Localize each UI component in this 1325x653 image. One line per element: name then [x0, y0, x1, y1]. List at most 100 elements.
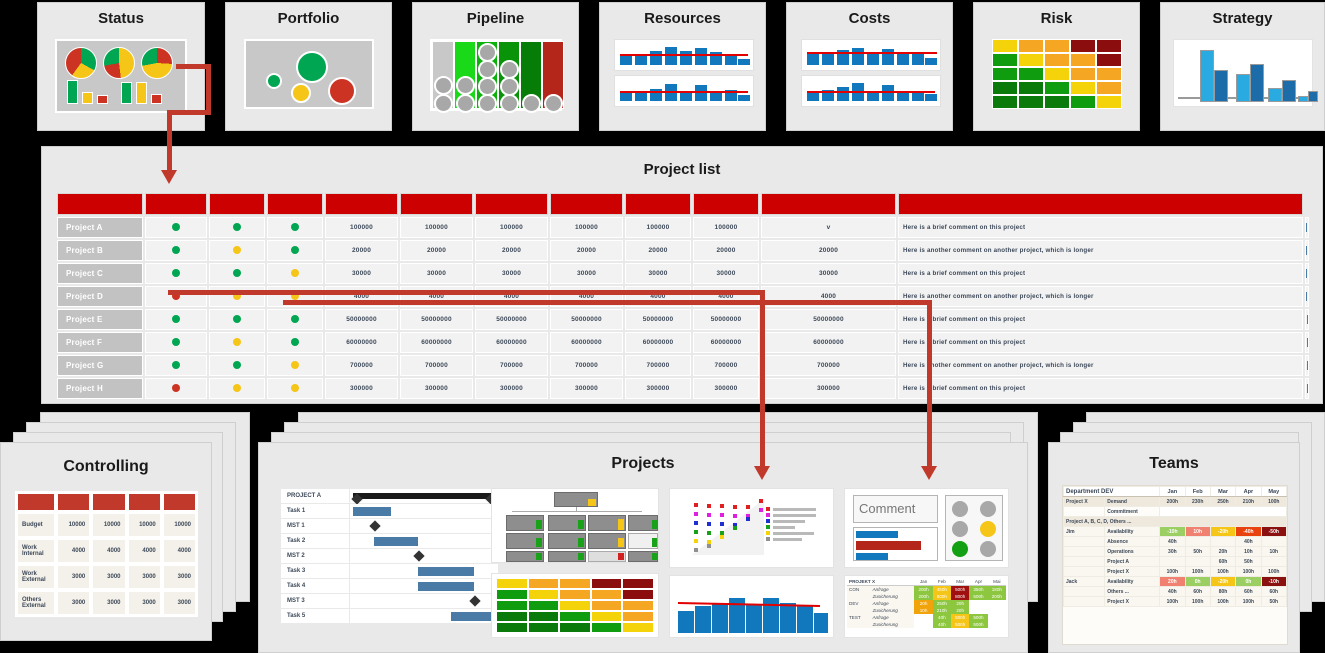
- controlling-value-cell[interactable]: 3000: [92, 591, 125, 615]
- teams-member-row[interactable]: Project A 60h 50h: [1064, 557, 1287, 567]
- table-row[interactable]: Project H 300000 300000 300000 300000 300000 3…: [57, 378, 1309, 399]
- col-header-status-3[interactable]: [267, 193, 323, 215]
- schedule-cell[interactable]: [1305, 332, 1309, 353]
- teams-demand-value[interactable]: 100h: [1261, 497, 1286, 507]
- value-cell-5[interactable]: 700000: [625, 355, 691, 376]
- value-cell-1[interactable]: 30000: [325, 263, 398, 284]
- teams-metric-value[interactable]: -50h: [1261, 527, 1286, 537]
- value-cell-7[interactable]: 300000: [761, 378, 896, 399]
- value-cell-5[interactable]: 300000: [625, 378, 691, 399]
- status-dot-cell-2[interactable]: [209, 217, 265, 238]
- value-cell-4[interactable]: 100000: [550, 217, 623, 238]
- teams-metric-value[interactable]: 100h: [1236, 567, 1261, 577]
- card-portfolio[interactable]: Portfolio: [225, 2, 392, 131]
- value-cell-3[interactable]: 30000: [475, 263, 548, 284]
- controlling-value-cell[interactable]: 3000: [128, 591, 161, 615]
- teams-metric-value[interactable]: 100h: [1210, 597, 1235, 607]
- projx-value-cell[interactable]: 500h: [951, 586, 969, 594]
- teams-metric-value[interactable]: [1185, 537, 1210, 547]
- value-cell-2[interactable]: 700000: [400, 355, 473, 376]
- status-dot-cell-3[interactable]: [267, 217, 323, 238]
- teams-commitment-row[interactable]: Commitment: [1064, 507, 1287, 517]
- projx-value-cell[interactable]: [914, 621, 932, 628]
- col-header-status-1[interactable]: [145, 193, 207, 215]
- teams-metric-value[interactable]: [1210, 537, 1235, 547]
- projx-value-cell[interactable]: 200h: [988, 593, 1006, 600]
- projx-row[interactable]: Zusicherung 40h 500h 500h: [847, 621, 1006, 628]
- project-gantt-chart[interactable]: PROJECT A Task 1 MST 1 Task 2 MST 2 Task 3 Ta…: [280, 488, 499, 624]
- teams-metric-value[interactable]: [1160, 557, 1185, 567]
- gantt-row-track[interactable]: [350, 519, 498, 533]
- controlling-value-cell[interactable]: 4000: [163, 539, 196, 563]
- card-pipeline[interactable]: Pipeline: [412, 2, 579, 131]
- value-cell-2[interactable]: 300000: [400, 378, 473, 399]
- value-cell-5[interactable]: 100000: [625, 217, 691, 238]
- teams-member-row[interactable]: Jack Availability 20h 0h -20h 0h -10h: [1064, 577, 1287, 587]
- controlling-col-header-2[interactable]: [57, 493, 90, 511]
- value-cell-1[interactable]: 700000: [325, 355, 398, 376]
- teams-metric-value[interactable]: 80h: [1210, 587, 1235, 597]
- projx-value-cell[interactable]: 800h: [951, 593, 969, 600]
- project-name-cell[interactable]: Project B: [57, 240, 143, 261]
- schedule-cell[interactable]: [1305, 263, 1309, 284]
- teams-panel[interactable]: Teams Department DEV Jan Feb Mar Apr May Proje…: [1048, 442, 1300, 653]
- value-cell-7[interactable]: 20000: [761, 240, 896, 261]
- project-name-cell[interactable]: Project E: [57, 309, 143, 330]
- value-cell-2[interactable]: 60000000: [400, 332, 473, 353]
- teams-metric-value[interactable]: [1261, 557, 1286, 567]
- gantt-row[interactable]: Task 2: [281, 534, 498, 548]
- controlling-value-cell[interactable]: 3000: [92, 565, 125, 589]
- schedule-cell[interactable]: [1305, 217, 1309, 238]
- schedule-cell[interactable]: [1305, 309, 1309, 330]
- value-cell-1[interactable]: 50000000: [325, 309, 398, 330]
- teams-metric-value[interactable]: 100h: [1160, 567, 1185, 577]
- teams-member-row[interactable]: Others ... 40h 60h 80h 60h 60h: [1064, 587, 1287, 597]
- status-dot-cell-1[interactable]: [145, 263, 207, 284]
- status-dot-cell-2[interactable]: [209, 355, 265, 376]
- status-dot-cell-1[interactable]: [145, 355, 207, 376]
- comment-cell[interactable]: Here is a brief comment on this project: [898, 309, 1303, 330]
- controlling-value-cell[interactable]: 4000: [57, 539, 90, 563]
- teams-metric-value[interactable]: 100h: [1160, 597, 1185, 607]
- project-name-cell[interactable]: Project G: [57, 355, 143, 376]
- teams-metric-value[interactable]: 40h: [1236, 537, 1261, 547]
- value-cell-1[interactable]: 60000000: [325, 332, 398, 353]
- projx-row[interactable]: Zusicherung 200h 800h 800h 500h 200h: [847, 593, 1006, 600]
- value-cell-6[interactable]: 300000: [693, 378, 759, 399]
- projx-value-cell[interactable]: [969, 600, 987, 607]
- resource-table-thumbnail[interactable]: PROJEKT X Jan Feb Mar Apr Mai CON Anfrage 200h 4…: [844, 575, 1009, 638]
- gantt-row[interactable]: MST 2: [281, 549, 498, 563]
- controlling-row[interactable]: Work Internal 4000 4000 4000 4000: [17, 539, 196, 563]
- teams-project-row[interactable]: Project X Demand 200h 230h 250h 210h 100h: [1064, 497, 1287, 507]
- projx-row[interactable]: CON Anfrage 200h 450h 500h 350h 180h: [847, 586, 1006, 594]
- teams-metric-value[interactable]: 30h: [1160, 547, 1185, 557]
- value-cell-6[interactable]: 50000000: [693, 309, 759, 330]
- projx-value-cell[interactable]: 20h: [914, 600, 932, 607]
- value-cell-7[interactable]: 50000000: [761, 309, 896, 330]
- col-header-status-2[interactable]: [209, 193, 265, 215]
- teams-metric-value[interactable]: 60h: [1185, 587, 1210, 597]
- teams-member-row[interactable]: Jim Availability -10h 10h -20h -40h -50h: [1064, 527, 1287, 537]
- teams-demand-value[interactable]: 200h: [1160, 497, 1185, 507]
- gantt-row-track[interactable]: [350, 609, 498, 623]
- status-dot-cell-3[interactable]: [267, 309, 323, 330]
- project-name-cell[interactable]: Project F: [57, 332, 143, 353]
- controlling-value-cell[interactable]: 10000: [163, 513, 196, 537]
- value-cell-4[interactable]: 300000: [550, 378, 623, 399]
- value-cell-5[interactable]: 30000: [625, 263, 691, 284]
- teams-member-row[interactable]: Absence 40h 40h: [1064, 537, 1287, 547]
- comment-cell[interactable]: Here is another comment on another proje…: [898, 286, 1303, 307]
- comment-and-status-thumbnail[interactable]: Comment: [844, 488, 1009, 568]
- teams-demand-value[interactable]: 230h: [1185, 497, 1210, 507]
- controlling-value-cell[interactable]: 10000: [57, 513, 90, 537]
- status-dot-cell-2[interactable]: [209, 332, 265, 353]
- table-row[interactable]: Project C 30000 30000 30000 30000 30000 30000 3…: [57, 263, 1309, 284]
- projx-value-cell[interactable]: [969, 607, 987, 614]
- value-cell-3[interactable]: 50000000: [475, 309, 548, 330]
- gantt-row-track[interactable]: [350, 594, 498, 608]
- teams-metric-value[interactable]: -40h: [1236, 527, 1261, 537]
- projx-value-cell[interactable]: 20h: [951, 607, 969, 614]
- controlling-panel[interactable]: Controlling Budget 10000 10000 10000 10000 Wo…: [0, 442, 212, 641]
- table-row[interactable]: Project F 60000000 60000000 60000000 6000000…: [57, 332, 1309, 353]
- projx-value-cell[interactable]: 10h: [914, 607, 932, 614]
